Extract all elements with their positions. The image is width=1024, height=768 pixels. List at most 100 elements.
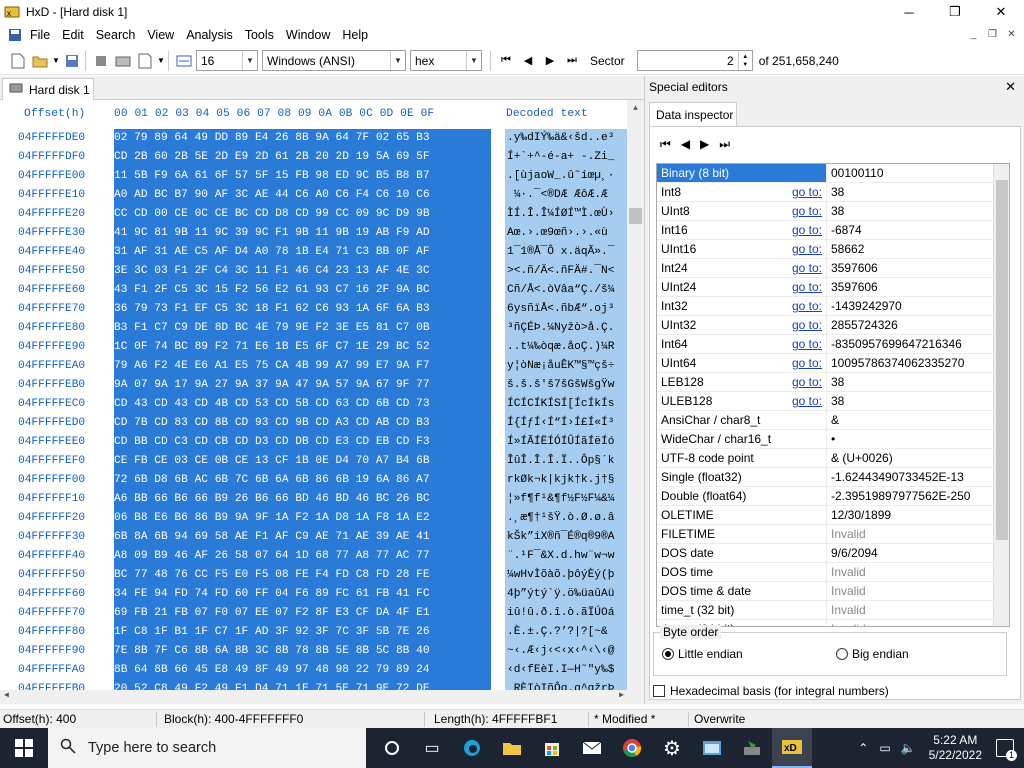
inspector-row[interactable]: Binary (8 bit) 00100110 (657, 164, 1009, 183)
goto-link[interactable]: go to: (792, 354, 822, 372)
goto-link[interactable]: go to: (792, 373, 822, 391)
inspector-value[interactable]: Invalid (827, 525, 1009, 543)
row-decoded-text[interactable]: ÍCÍCÍKÍSÍ[ÍcÍkÍs (505, 395, 627, 414)
inspector-value[interactable]: Invalid (827, 620, 1009, 626)
row-hex-bytes[interactable]: 8B 64 8B 66 45 E8 49 8F 49 97 48 98 22 7… (114, 661, 491, 680)
windows-start-icon[interactable] (0, 728, 48, 768)
horizontal-scrollbar[interactable]: ◀ ▶ (0, 690, 644, 704)
checkbox[interactable] (653, 685, 665, 697)
menu-search[interactable]: Search (90, 24, 142, 46)
inspector-value[interactable]: Invalid (827, 563, 1009, 581)
network-icon[interactable]: ▭ (879, 741, 890, 755)
inspector-row[interactable]: Single (float32) -1.62443490733452E-13 (657, 468, 1009, 487)
inspector-value[interactable]: -8350957699647216346 (827, 335, 1009, 353)
row-hex-bytes[interactable]: A8 09 B9 46 AF 26 58 07 64 1D 68 77 A8 7… (114, 547, 491, 566)
cortana-icon[interactable] (372, 728, 412, 768)
row-hex-bytes[interactable]: 34 FE 94 FD 74 FD 60 FF 04 F6 89 FC 61 F… (114, 585, 491, 604)
goto-link[interactable]: go to: (792, 392, 822, 410)
inspector-value[interactable]: 38 (827, 392, 1009, 410)
row-hex-bytes[interactable]: 9A 07 9A 17 9A 27 9A 37 9A 47 9A 57 9A 6… (114, 376, 491, 395)
radio-circle[interactable] (836, 648, 848, 660)
row-hex-bytes[interactable]: 6B 8A 6B 94 69 58 AE F1 AF C9 AE 71 AE 3… (114, 528, 491, 547)
row-hex-bytes[interactable]: B3 F1 C7 C9 DE 8D BC 4E 79 9E F2 3E E5 8… (114, 319, 491, 338)
row-hex-bytes[interactable]: CE FB CE 03 CE 0B CE 13 CF 1B 0E D4 70 A… (114, 452, 491, 471)
row-decoded-text[interactable]: Í»ÍÃÍËÍÓÍÛÍãÍëÍó (505, 433, 627, 452)
row-decoded-text[interactable]: ¼wHvÌõàõ.þôýÈý(þ (505, 566, 627, 585)
inspector-value[interactable]: & (827, 411, 1009, 429)
row-decoded-text[interactable]: Í{ÍƒÍ‹Í“Í›Í£Í«Í³ (505, 414, 627, 433)
inspector-row[interactable]: ULEB128 go to: 38 (657, 392, 1009, 411)
little-endian-radio[interactable]: Little endian (662, 647, 743, 661)
vertical-scrollbar[interactable]: ▲ (627, 100, 644, 690)
row-decoded-text[interactable]: Aœ.›.œ9œñ›.›.«ù­ (505, 224, 627, 243)
row-decoded-text[interactable]: .y‰dIÝ‰ä&‹šd..e³ (505, 129, 627, 148)
store-icon[interactable] (532, 728, 572, 768)
inspector-row[interactable]: UInt64 go to: 10095786374062335270 (657, 354, 1009, 373)
row-hex-bytes[interactable]: 31 AF 31 AE C5 AF D4 A0 78 1B E4 71 C3 B… (114, 243, 491, 262)
close-icon[interactable]: ✕ (1005, 79, 1016, 95)
inspector-row[interactable]: DOS date 9/6/2094 (657, 544, 1009, 563)
inspector-value[interactable]: Invalid (827, 582, 1009, 600)
inspector-row[interactable]: UTF-8 code point & (U+0026) (657, 449, 1009, 468)
inspector-row[interactable]: Int8 go to: 38 (657, 183, 1009, 202)
row-decoded-text[interactable]: iû!û.ð.î.ò.ãÏÚOá (505, 604, 627, 623)
inspector-row[interactable]: Int32 go to: -1439242970 (657, 297, 1009, 316)
inspector-row[interactable]: UInt32 go to: 2855724326 (657, 316, 1009, 335)
sector-input[interactable]: 2 ▲ ▼ (636, 50, 753, 71)
new-file-icon[interactable] (8, 50, 28, 72)
inspector-value[interactable]: 12/30/1899 (827, 506, 1009, 524)
inspector-row[interactable]: Int16 go to: -6874 (657, 221, 1009, 240)
row-hex-bytes[interactable]: 1C 0F 74 BC 89 F2 71 E6 1B E5 6F C7 1E 2… (114, 338, 491, 357)
scroll-thumb[interactable] (629, 208, 642, 224)
row-decoded-text[interactable]: 4þ”ýtý`ÿ.ö‰üaûAü (505, 585, 627, 604)
menu-file[interactable]: File (24, 24, 56, 46)
goto-link[interactable]: go to: (792, 297, 822, 315)
row-hex-bytes[interactable]: CD BB CD C3 CD CB CD D3 CD DB CD E3 CD E… (114, 433, 491, 452)
settings-gear-icon[interactable]: ⚙ (652, 728, 692, 768)
goto-link[interactable]: go to: (792, 221, 822, 239)
row-decoded-text[interactable]: ~‹.Æ‹j‹<‹x‹^‹\‹@ (505, 642, 627, 661)
goto-link[interactable]: go to: (792, 240, 822, 258)
app-window-icon[interactable] (692, 728, 732, 768)
hxd-taskbar-icon[interactable]: xD (772, 728, 812, 768)
inspector-row[interactable]: UInt24 go to: 3597606 (657, 278, 1009, 297)
prev-icon[interactable]: ◀ (681, 137, 690, 152)
volume-icon[interactable]: 🔈 (901, 741, 916, 755)
scroll-up-icon[interactable]: ▲ (627, 104, 644, 113)
inspector-value[interactable]: 38 (827, 183, 1009, 201)
inspector-row[interactable]: Int64 go to: -8350957699647216346 (657, 335, 1009, 354)
inspector-row[interactable]: UInt8 go to: 38 (657, 202, 1009, 221)
menu-analysis[interactable]: Analysis (180, 24, 239, 46)
inspector-value[interactable]: 9/6/2094 (827, 544, 1009, 562)
hex-basis-checkbox[interactable]: Hexadecimal basis (for integral numbers) (653, 684, 889, 698)
offset-base-select[interactable]: hex ▼ (410, 50, 482, 71)
first-sector-icon[interactable]: ⏮ (496, 50, 516, 72)
row-decoded-text[interactable]: ¦»f¶f¹&¶f½F½F¼&¼ (505, 490, 627, 509)
mail-icon[interactable] (572, 728, 612, 768)
row-hex-bytes[interactable]: 1F C8 1F B1 1F C7 1F AD 3F 92 3F 7C 3F 5… (114, 623, 491, 642)
inspector-value[interactable]: 38 (827, 373, 1009, 391)
row-hex-bytes[interactable]: CC CD 00 CE 0C CE BC CD D8 CD 99 CC 09 9… (114, 205, 491, 224)
goto-link[interactable]: go to: (792, 183, 822, 201)
row-hex-bytes[interactable]: 3E 3C 03 F1 2F C4 3C 11 F1 46 C4 23 13 A… (114, 262, 491, 281)
spin-buttons[interactable]: ▲ ▼ (737, 51, 752, 70)
mdi-close-button[interactable]: ✕ (1003, 26, 1020, 42)
row-decoded-text[interactable]: 6ysñïÅ<.ñbÆ“.oj³ (505, 300, 627, 319)
inspector-value[interactable]: 00100110 (827, 164, 1009, 182)
inspector-value[interactable]: 58662 (827, 240, 1009, 258)
row-decoded-text[interactable]: 1¯1®Å¯Ô x.äqÃ».¯ (505, 243, 627, 262)
clock[interactable]: 5:22 AM 5/22/2022 (929, 733, 982, 763)
row-hex-bytes[interactable]: 36 79 73 F1 EF C5 3C 18 F1 62 C6 93 1A 6… (114, 300, 491, 319)
next-icon[interactable]: ▶ (700, 137, 709, 152)
row-hex-bytes[interactable]: 69 FB 21 FB 07 F0 07 EE 07 F2 8F E3 CF D… (114, 604, 491, 623)
inspector-row[interactable]: AnsiChar / char8_t & (657, 411, 1009, 430)
row-decoded-text[interactable]: ..t¼‰òqæ.åoÇ.)¼R (505, 338, 627, 357)
last-sector-icon[interactable]: ⏭ (562, 50, 582, 72)
inspector-row[interactable]: Int24 go to: 3597606 (657, 259, 1009, 278)
row-decoded-text[interactable]: Í+`+^-é-a+ -.Zi_ (505, 148, 627, 167)
inspector-row[interactable]: Double (float64) -2.39519897977562E-250 (657, 487, 1009, 506)
first-icon[interactable]: ⏮ (660, 137, 671, 152)
inspector-row[interactable]: DOS time Invalid (657, 563, 1009, 582)
inspector-row[interactable]: LEB128 go to: 38 (657, 373, 1009, 392)
open-folder-icon[interactable] (30, 50, 50, 72)
